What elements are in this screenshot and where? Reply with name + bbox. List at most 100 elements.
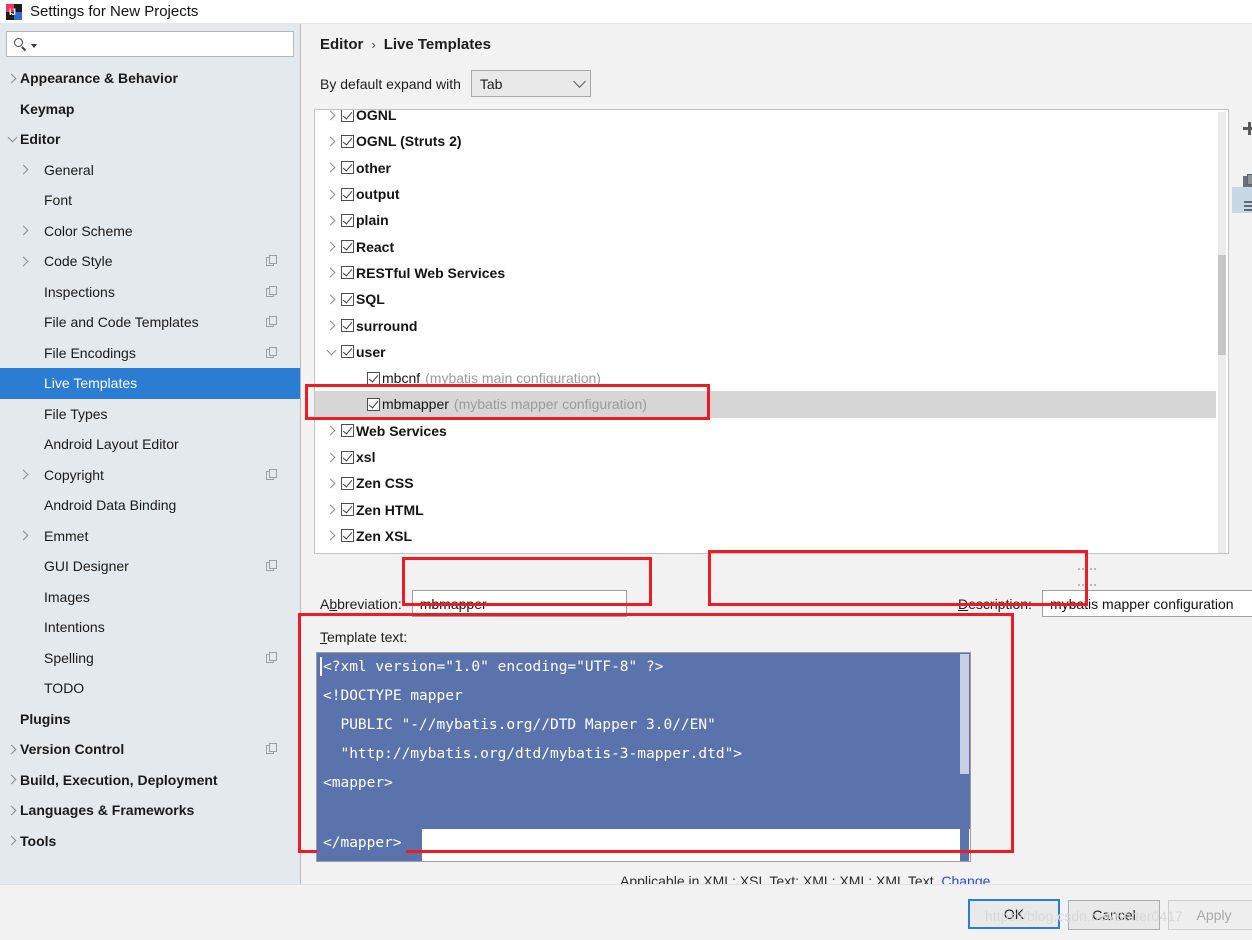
sidebar-item-editor[interactable]: Editor — [0, 124, 300, 155]
template-checkbox[interactable] — [341, 240, 354, 254]
template-group-row[interactable]: OGNL (Struts 2) — [315, 128, 1216, 154]
templates-list[interactable]: OGNL OGNL (Struts 2) other output plain React… — [314, 109, 1229, 554]
sidebar-item-tools[interactable]: Tools — [0, 826, 300, 857]
ok-button[interactable]: OK — [968, 899, 1060, 929]
template-group-row[interactable]: user — [315, 339, 1216, 365]
template-group-row[interactable]: output — [315, 181, 1216, 207]
sidebar-item-build-execution-deployment[interactable]: Build, Execution, Deployment — [0, 765, 300, 796]
chevron-right-icon[interactable] — [321, 504, 341, 515]
sidebar-item-keymap[interactable]: Keymap — [0, 94, 300, 125]
template-group-row[interactable]: Zen CSS — [315, 470, 1216, 496]
sidebar-item-general[interactable]: General — [0, 155, 300, 186]
template-item-row[interactable]: mbmapper (mybatis mapper configuration) — [315, 391, 1216, 418]
template-group-row[interactable]: Zen HTML — [315, 496, 1216, 522]
copy-settings-icon[interactable] — [266, 560, 278, 572]
template-options-button[interactable] — [1232, 187, 1252, 213]
copy-settings-icon[interactable] — [266, 255, 278, 267]
template-group-row[interactable]: other — [315, 155, 1216, 181]
sidebar-item-emmet[interactable]: Emmet — [0, 521, 300, 552]
duplicate-template-button[interactable] — [1232, 161, 1252, 187]
template-group-row[interactable]: React — [315, 233, 1216, 259]
editor-scrollbar[interactable] — [960, 654, 969, 861]
template-checkbox[interactable] — [367, 397, 380, 411]
sidebar-item-inspections[interactable]: Inspections — [0, 277, 300, 308]
template-checkbox[interactable] — [341, 476, 354, 490]
chevron-right-icon[interactable] — [321, 162, 341, 173]
scrollbar-thumb[interactable] — [960, 654, 969, 774]
chevron-right-icon[interactable] — [321, 320, 341, 331]
template-checkbox[interactable] — [341, 187, 354, 201]
sidebar-item-live-templates[interactable]: Live Templates — [0, 368, 300, 399]
chevron-right-icon[interactable] — [321, 110, 341, 121]
template-checkbox[interactable] — [341, 319, 354, 333]
chevron-right-icon[interactable] — [16, 225, 32, 236]
template-group-row[interactable]: Web Services — [315, 418, 1216, 444]
templates-list-scrollbar[interactable] — [1216, 110, 1228, 553]
chevron-right-icon[interactable] — [4, 774, 20, 785]
chevron-right-icon[interactable] — [16, 469, 32, 480]
sidebar-item-android-layout-editor[interactable]: Android Layout Editor — [0, 429, 300, 460]
copy-settings-icon[interactable] — [266, 346, 278, 359]
chevron-right-icon[interactable] — [16, 256, 32, 267]
template-checkbox[interactable] — [341, 110, 354, 122]
template-checkbox[interactable] — [341, 266, 354, 280]
chevron-right-icon[interactable] — [321, 241, 341, 252]
chevron-right-icon[interactable] — [321, 189, 341, 199]
chevron-right-icon[interactable] — [4, 73, 20, 84]
description-input[interactable]: mybatis mapper configuration — [1041, 590, 1252, 617]
chevron-right-icon[interactable] — [4, 835, 20, 846]
chevron-right-icon[interactable] — [321, 136, 341, 147]
template-checkbox[interactable] — [341, 292, 354, 306]
template-group-row[interactable]: plain — [315, 207, 1216, 233]
chevron-down-icon[interactable] — [4, 132, 20, 143]
breadcrumb-parent[interactable]: Editor — [320, 36, 363, 53]
cancel-button[interactable]: Cancel — [1068, 900, 1160, 930]
chevron-right-icon[interactable] — [4, 744, 20, 755]
sidebar-item-color-scheme[interactable]: Color Scheme — [0, 216, 300, 247]
sidebar-item-version-control[interactable]: Version Control — [0, 734, 300, 765]
chevron-down-icon[interactable] — [321, 345, 341, 356]
chevron-right-icon[interactable] — [16, 530, 32, 541]
copy-settings-icon[interactable] — [266, 468, 278, 481]
template-group-row[interactable]: surround — [315, 312, 1216, 338]
chevron-right-icon[interactable] — [16, 164, 32, 175]
sidebar-item-spelling[interactable]: Spelling — [0, 643, 300, 674]
sidebar-item-android-data-binding[interactable]: Android Data Binding — [0, 490, 300, 521]
sidebar-item-appearance-behavior[interactable]: Appearance & Behavior — [0, 63, 300, 94]
chevron-right-icon[interactable] — [321, 530, 341, 541]
copy-settings-icon[interactable] — [266, 285, 278, 298]
sidebar-item-font[interactable]: Font — [0, 185, 300, 216]
sidebar-item-intentions[interactable]: Intentions — [0, 612, 300, 643]
template-checkbox[interactable] — [341, 529, 354, 543]
template-checkbox[interactable] — [341, 161, 354, 175]
chevron-right-icon[interactable] — [321, 452, 341, 462]
apply-button[interactable]: Apply — [1168, 900, 1252, 930]
template-group-row[interactable]: OGNL — [315, 110, 1216, 128]
copy-settings-icon[interactable] — [266, 651, 278, 664]
splitter-grip[interactable] — [1077, 558, 1105, 586]
sidebar-item-file-types[interactable]: File Types — [0, 399, 300, 430]
sidebar-item-plugins[interactable]: Plugins — [0, 704, 300, 735]
template-checkbox[interactable] — [341, 450, 354, 464]
chevron-right-icon[interactable] — [321, 215, 341, 226]
add-template-button[interactable] — [1232, 109, 1252, 135]
copy-settings-icon[interactable] — [266, 743, 278, 755]
sidebar-item-todo[interactable]: TODO — [0, 673, 300, 704]
sidebar-item-gui-designer[interactable]: GUI Designer — [0, 551, 300, 582]
chevron-right-icon[interactable] — [321, 425, 341, 436]
template-checkbox[interactable] — [341, 134, 354, 148]
template-item-row[interactable]: mbcnf (mybatis main configuration) — [315, 365, 1216, 391]
chevron-right-icon[interactable] — [4, 805, 20, 816]
template-group-row[interactable]: RESTful Web Services — [315, 260, 1216, 286]
sidebar-item-file-and-code-templates[interactable]: File and Code Templates — [0, 307, 300, 338]
search-box[interactable] — [6, 31, 294, 57]
sidebar-item-languages-frameworks[interactable]: Languages & Frameworks — [0, 795, 300, 826]
sidebar-item-copyright[interactable]: Copyright — [0, 460, 300, 491]
copy-settings-icon[interactable] — [266, 316, 278, 328]
sidebar-item-code-style[interactable]: Code Style — [0, 246, 300, 277]
template-checkbox[interactable] — [367, 371, 380, 385]
template-checkbox[interactable] — [341, 213, 354, 227]
remove-template-button[interactable] — [1232, 135, 1252, 161]
template-group-row[interactable]: xsl — [315, 444, 1216, 470]
scrollbar-thumb[interactable] — [1218, 255, 1226, 355]
